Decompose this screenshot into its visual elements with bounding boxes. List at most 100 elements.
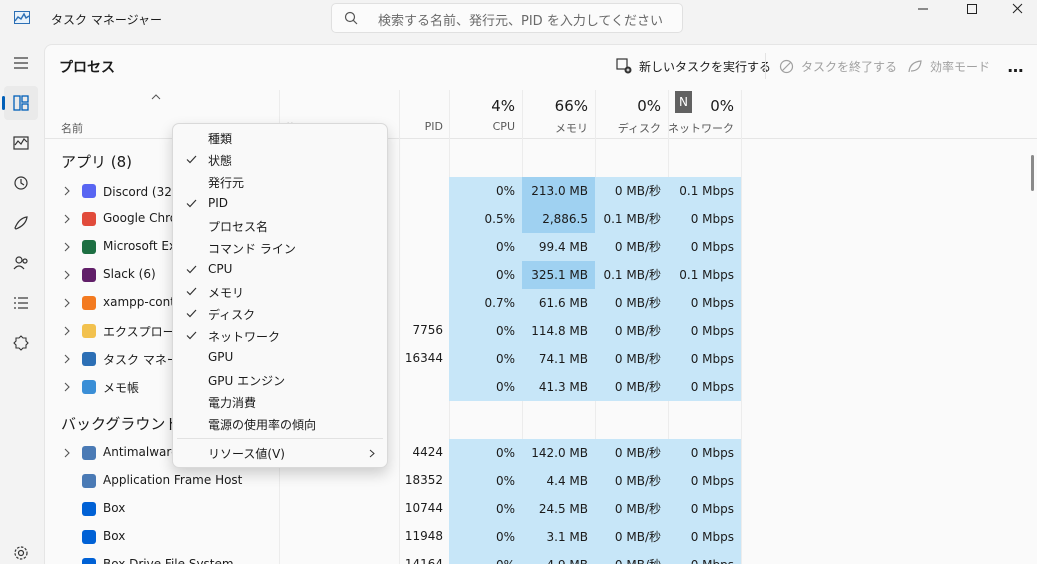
- process-row[interactable]: Application Frame Host 18352 0% 4.4 MB 0 MB/…: [45, 467, 1028, 495]
- process-memory: 4.4 MB: [522, 467, 595, 495]
- search-box[interactable]: 検索する名前、発行元、PID を入力してください: [331, 3, 683, 33]
- process-memory: 114.8 MB: [522, 317, 595, 345]
- nav-startup-icon[interactable]: [4, 206, 38, 240]
- menu-item-column[interactable]: コマンド ライン: [177, 237, 383, 259]
- checkmark-icon: [186, 199, 197, 208]
- menu-item-column[interactable]: 電源の使用率の傾向: [177, 413, 383, 435]
- process-cpu: 0%: [449, 261, 522, 289]
- process-disk: 0 MB/秒: [595, 373, 668, 401]
- chevron-right-icon[interactable]: [63, 326, 71, 336]
- run-new-task-button[interactable]: 新しいタスクを実行する: [616, 55, 771, 77]
- menu-item-column[interactable]: CPU: [177, 259, 383, 281]
- process-network: 0 Mbps: [668, 523, 741, 551]
- hamburger-menu-icon[interactable]: [4, 46, 38, 80]
- nav-app-history-icon[interactable]: [4, 166, 38, 200]
- settings-gear-icon[interactable]: [4, 536, 38, 564]
- vertical-scrollbar[interactable]: [1031, 155, 1034, 191]
- process-disk: 0 MB/秒: [595, 177, 668, 205]
- left-nav: [0, 36, 44, 564]
- process-network: 0 Mbps: [668, 317, 741, 345]
- network-total-percent: 0%: [710, 97, 734, 115]
- process-memory: 74.1 MB: [522, 345, 595, 373]
- column-header-cpu[interactable]: CPU: [449, 120, 515, 133]
- end-task-button[interactable]: タスクを終了する: [779, 55, 897, 77]
- menu-item-column[interactable]: 発行元: [177, 171, 383, 193]
- taskmanager-icon: [82, 352, 96, 366]
- process-network: 0 Mbps: [668, 439, 741, 467]
- end-task-icon: [779, 59, 794, 73]
- column-header-memory[interactable]: メモリ: [522, 120, 588, 136]
- checkmark-icon: [186, 331, 197, 340]
- column-header-network[interactable]: ネットワーク: [668, 120, 734, 136]
- box-icon: [82, 558, 96, 564]
- chevron-right-icon[interactable]: [63, 242, 71, 252]
- process-pid: 16344: [404, 351, 443, 365]
- minimize-icon[interactable]: [900, 0, 946, 20]
- process-memory: 61.6 MB: [522, 289, 595, 317]
- menu-item-label: PID: [208, 196, 229, 210]
- chevron-right-icon[interactable]: [63, 448, 71, 458]
- process-name: Slack (6): [103, 267, 156, 281]
- search-input[interactable]: 検索する名前、発行元、PID を入力してください: [378, 10, 663, 29]
- nav-services-icon[interactable]: [4, 326, 38, 360]
- process-row[interactable]: Box Drive File System 14164 0%4.9 MB0 MB/秒…: [45, 551, 1028, 564]
- process-cpu: 0%: [449, 467, 522, 495]
- column-header-name[interactable]: 名前: [61, 120, 83, 136]
- close-icon[interactable]: [994, 0, 1037, 20]
- menu-item-column[interactable]: プロセス名: [177, 215, 383, 237]
- notepad-icon: [82, 380, 96, 394]
- menu-item-column[interactable]: GPU: [177, 347, 383, 369]
- process-pid: 7756: [412, 323, 443, 337]
- chevron-right-icon[interactable]: [63, 214, 71, 224]
- menu-item-column[interactable]: ディスク: [177, 303, 383, 325]
- menu-item-column[interactable]: 種類: [177, 127, 383, 149]
- process-memory: 142.0 MB: [522, 439, 595, 467]
- menu-item-label: 状態: [208, 154, 233, 168]
- chevron-right-icon[interactable]: [63, 382, 71, 392]
- sort-ascending-icon[interactable]: [151, 94, 161, 100]
- process-network: 0 Mbps: [668, 467, 741, 495]
- process-cpu: 0%: [449, 551, 522, 564]
- chevron-right-icon[interactable]: [63, 298, 71, 308]
- menu-item-label: 発行元: [208, 176, 245, 190]
- menu-separator: [177, 438, 383, 439]
- leaf-icon: [908, 59, 922, 72]
- menu-item-column[interactable]: GPU エンジン: [177, 369, 383, 391]
- process-disk: 0 MB/秒: [595, 439, 668, 467]
- nav-processes-icon[interactable]: [2, 86, 38, 120]
- process-memory: 24.5 MB: [522, 495, 595, 523]
- maximize-icon[interactable]: [948, 0, 994, 20]
- menu-item-resource-values[interactable]: リソース値(V): [177, 442, 383, 464]
- process-disk: 0 MB/秒: [595, 317, 668, 345]
- process-name: Box: [103, 529, 126, 543]
- menu-item-column[interactable]: メモリ: [177, 281, 383, 303]
- memory-total-percent: 66%: [554, 97, 588, 115]
- more-options-button[interactable]: …: [1005, 55, 1027, 77]
- column-header-disk[interactable]: ディスク: [595, 120, 661, 136]
- process-cpu: 0%: [449, 317, 522, 345]
- chevron-right-icon[interactable]: [63, 354, 71, 364]
- menu-item-column[interactable]: 状態: [177, 149, 383, 171]
- search-icon: [344, 11, 358, 25]
- chevron-right-icon[interactable]: [63, 186, 71, 196]
- process-network: 0.1 Mbps: [668, 177, 741, 205]
- nav-users-icon[interactable]: [4, 246, 38, 280]
- menu-item-column[interactable]: 電力消費: [177, 391, 383, 413]
- process-cpu: 0.7%: [449, 289, 522, 317]
- menu-item-column[interactable]: ネットワーク: [177, 325, 383, 347]
- nav-details-icon[interactable]: [4, 286, 38, 320]
- chevron-right-icon[interactable]: [63, 270, 71, 280]
- process-name: Antimalware: [103, 445, 179, 459]
- menu-item-label: CPU: [208, 262, 233, 276]
- process-row[interactable]: Box 10744 0% 24.5 MB 0 MB/秒 0 Mbps: [45, 495, 1028, 523]
- efficiency-mode-button[interactable]: 効率モード: [907, 55, 990, 77]
- page-title: プロセス: [59, 60, 115, 76]
- nav-performance-icon[interactable]: [4, 126, 38, 160]
- process-name: メモ帳: [103, 381, 140, 395]
- column-header-pid[interactable]: PID: [400, 120, 443, 133]
- process-row[interactable]: Box 11948 0% 3.1 MB 0 MB/秒 0 Mbps: [45, 523, 1028, 551]
- process-disk: 0 MB/秒: [595, 345, 668, 373]
- menu-item-label: GPU エンジン: [208, 374, 286, 388]
- menu-item-column[interactable]: PID: [177, 193, 383, 215]
- process-network: 0 Mbps: [668, 373, 741, 401]
